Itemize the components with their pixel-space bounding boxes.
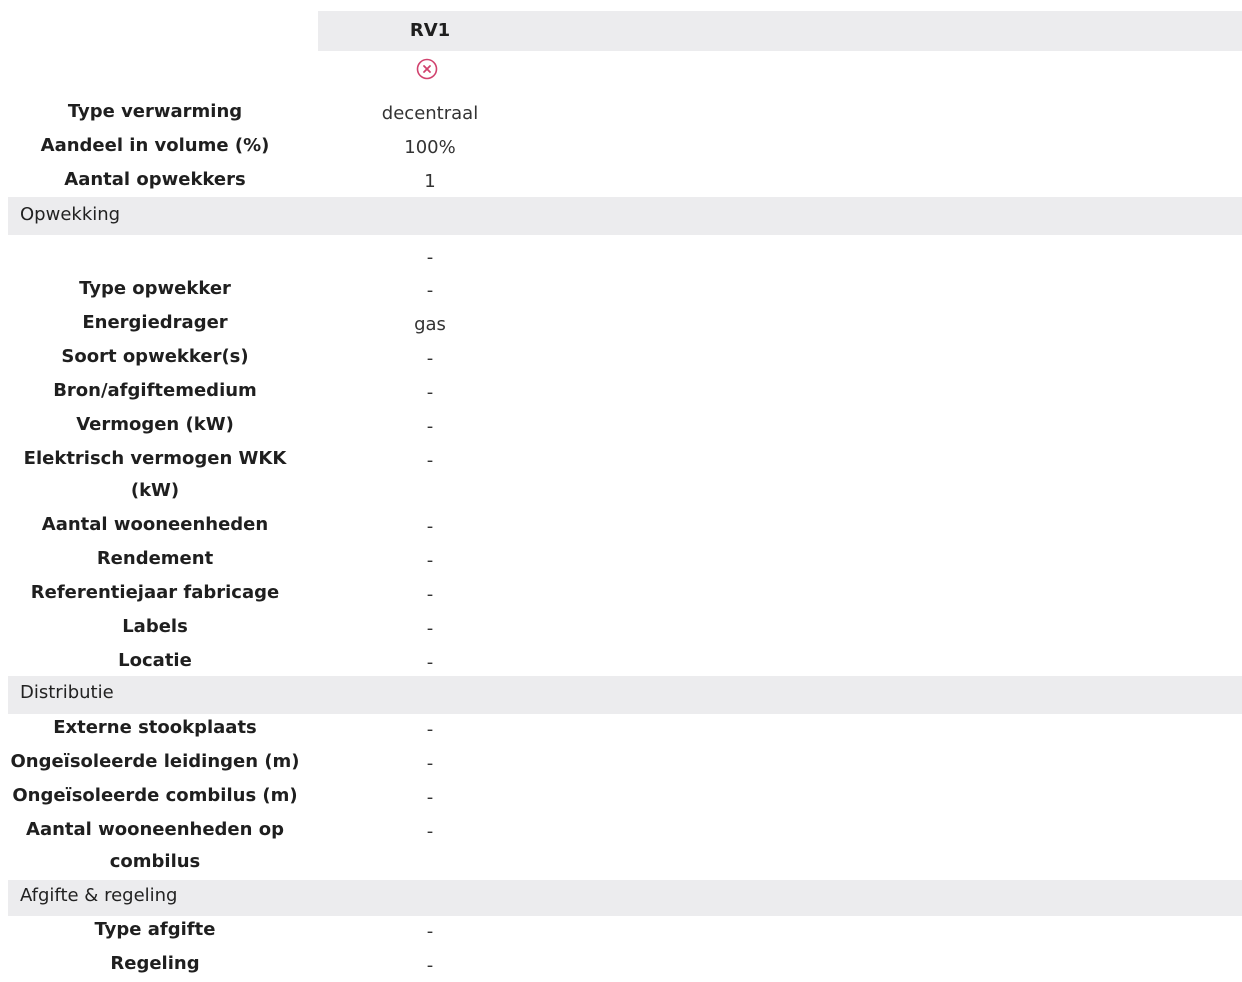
label-wooneenheden-combilus: Aantal wooneenheden op combilus	[26, 819, 284, 872]
value-aandeel-volume: 100%	[404, 137, 456, 158]
value-wooneenheden-combilus: -	[426, 821, 434, 842]
label-rendement: Rendement	[96, 548, 214, 569]
value-vermogen: -	[426, 416, 434, 437]
value-rendement: -	[426, 550, 434, 571]
value-labels: -	[426, 618, 434, 639]
value-referentiejaar: -	[426, 584, 434, 605]
label-type-afgifte: Type afgifte	[94, 919, 216, 940]
label-bron-afgiftemedium: Bron/afgiftemedium	[53, 380, 257, 401]
value-locatie: -	[426, 652, 434, 673]
label-elektrisch-vermogen-wkk: Elektrisch vermogen WKK (kW)	[23, 448, 287, 501]
value-type-verwarming: decentraal	[381, 103, 479, 124]
close-circle-icon[interactable]	[416, 58, 438, 80]
value-opwekking-top: -	[426, 247, 434, 268]
value-ongeisoleerde-combilus: -	[426, 787, 434, 808]
value-externe-stookplaats: -	[426, 719, 434, 740]
section-title-afgifte: Afgifte & regeling	[20, 885, 178, 906]
label-aantal-opwekkers: Aantal opwekkers	[64, 169, 246, 190]
label-vermogen: Vermogen (kW)	[76, 414, 234, 435]
label-soort-opwekker: Soort opwekker(s)	[61, 346, 249, 367]
section-header-afgifte: Afgifte & regeling	[8, 880, 1242, 916]
label-energiedrager: Energiedrager	[82, 312, 228, 333]
value-elektrisch-vermogen-wkk: -	[426, 450, 434, 471]
value-aantal-opwekkers: 1	[424, 171, 436, 192]
section-header-opwekking: Opwekking	[8, 197, 1242, 235]
label-regeling: Regeling	[110, 953, 200, 974]
value-energiedrager: gas	[414, 314, 446, 335]
value-type-opwekker: -	[426, 280, 434, 301]
label-referentiejaar: Referentiejaar fabricage	[30, 582, 280, 603]
label-externe-stookplaats: Externe stookplaats	[53, 717, 257, 738]
label-type-opwekker: Type opwekker	[79, 278, 231, 299]
label-aandeel-volume: Aandeel in volume (%)	[40, 135, 270, 156]
label-ongeisoleerde-combilus: Ongeïsoleerde combilus (m)	[12, 785, 298, 806]
label-aantal-wooneenheden: Aantal wooneenheden	[41, 514, 269, 535]
section-title-opwekking: Opwekking	[20, 204, 121, 225]
label-type-verwarming: Type verwarming	[67, 101, 243, 122]
section-header-distributie: Distributie	[8, 676, 1242, 714]
label-ongeisoleerde-leidingen: Ongeïsoleerde leidingen (m)	[10, 751, 300, 772]
label-locatie: Locatie	[118, 650, 192, 671]
value-ongeisoleerde-leidingen: -	[426, 753, 434, 774]
section-title-distributie: Distributie	[20, 682, 114, 703]
label-labels: Labels	[122, 616, 188, 637]
value-regeling: -	[426, 955, 434, 976]
value-aantal-wooneenheden: -	[426, 516, 434, 537]
column-title: RV1	[409, 20, 451, 41]
value-type-afgifte: -	[426, 921, 434, 942]
value-soort-opwekker: -	[426, 348, 434, 369]
value-bron-afgiftemedium: -	[426, 382, 434, 403]
